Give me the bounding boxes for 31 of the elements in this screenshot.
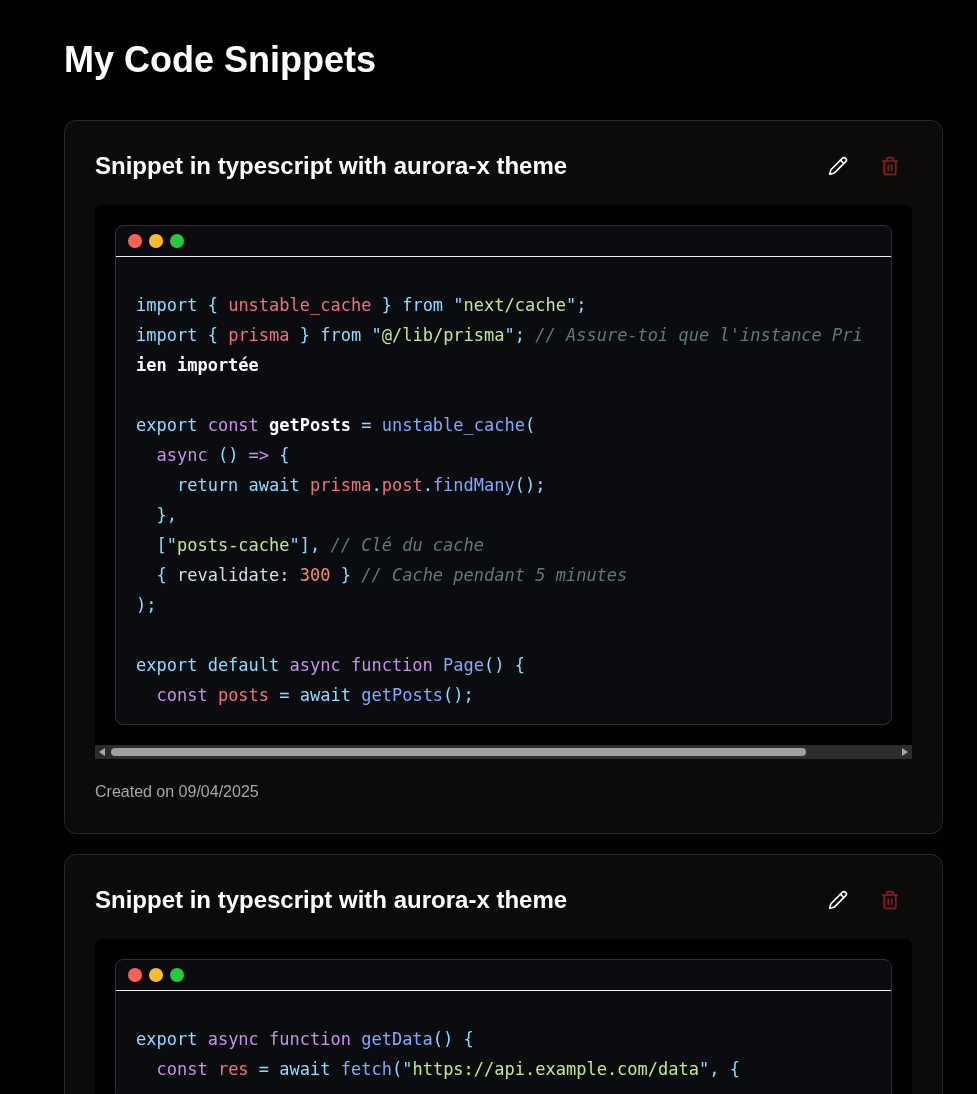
code-line: export async function getData() { bbox=[136, 1028, 474, 1051]
snippet-title: Snippet in typescript with aurora-x theme bbox=[95, 151, 568, 181]
code-line: export default async function Page() { bbox=[136, 654, 525, 677]
close-dot-icon bbox=[128, 968, 142, 982]
page-title: My Code Snippets bbox=[64, 38, 377, 82]
code-line: ["posts-cache"], // Clé du cache bbox=[155, 534, 485, 557]
minimize-dot-icon bbox=[149, 968, 163, 982]
pencil-icon bbox=[828, 890, 848, 910]
code-line: import { prisma } from "@/lib/prisma"; // Assure-toi que l'instance Pri bbox=[136, 324, 863, 347]
horizontal-scrollbar[interactable] bbox=[95, 745, 912, 759]
left-arrow-icon[interactable] bbox=[99, 748, 105, 756]
code-line: }, bbox=[155, 504, 177, 527]
snippet-title: Snippet in typescript with aurora-x theme bbox=[95, 885, 568, 915]
trash-icon bbox=[880, 156, 900, 176]
maximize-dot-icon bbox=[170, 234, 184, 248]
code-line: ien importée bbox=[136, 354, 259, 377]
code-line: const res = await fetch("https://api.example.com/data", { bbox=[155, 1058, 740, 1081]
code-line: async () => { bbox=[155, 444, 290, 467]
right-arrow-icon[interactable] bbox=[902, 748, 908, 756]
code-line: { revalidate: 300 } // Cache pendant 5 minutes bbox=[155, 564, 628, 587]
minimize-dot-icon bbox=[149, 234, 163, 248]
code-line: import { unstable_cache } from "next/cache"; bbox=[136, 294, 587, 317]
code-line: ); bbox=[136, 594, 157, 617]
close-dot-icon bbox=[128, 234, 142, 248]
code-line: export const getPosts = unstable_cache( bbox=[136, 414, 536, 437]
pencil-icon bbox=[828, 156, 848, 176]
created-date: Created on 09/04/2025 bbox=[95, 783, 259, 801]
code-line: return await prisma.post.findMany(); bbox=[175, 474, 546, 497]
maximize-dot-icon bbox=[170, 968, 184, 982]
code-line: const posts = await getPosts(); bbox=[155, 684, 474, 707]
trash-icon bbox=[880, 890, 900, 910]
